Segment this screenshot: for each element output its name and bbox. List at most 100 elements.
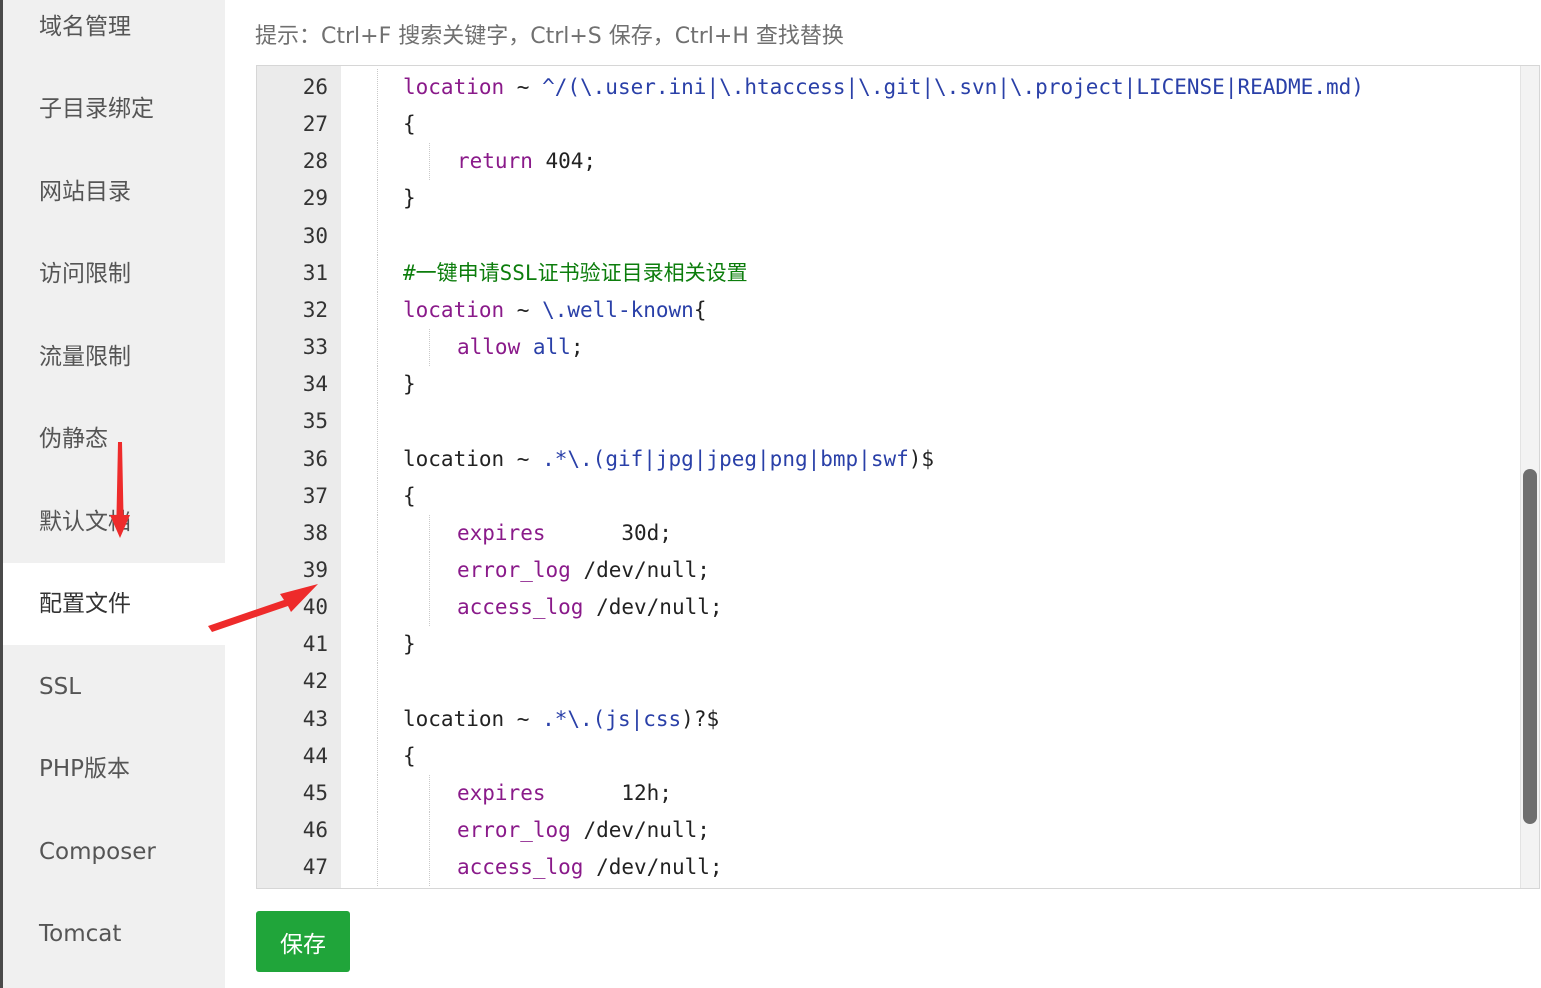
- code-line: 35: [257, 403, 1539, 441]
- code-token: {: [403, 112, 416, 137]
- sidebar-item-access-limit[interactable]: 访问限制: [3, 233, 225, 315]
- code-token: }: [403, 186, 416, 211]
- code-line: 26 location ~ ^/(\.user.ini|\.htaccess|\.…: [257, 69, 1539, 106]
- indent-guide: [377, 106, 378, 144]
- sidebar-item-rewrite[interactable]: 伪静态: [3, 398, 225, 480]
- indent-guide: [429, 812, 430, 849]
- code-line: 45 expires 12h;: [257, 774, 1539, 812]
- line-number: 34: [302, 372, 328, 397]
- indent-guide: [429, 551, 430, 589]
- sidebar-item-php-version[interactable]: PHP版本: [3, 728, 225, 810]
- code-line: 41}: [257, 626, 1539, 664]
- code-line: 36 location ~ .*\.(gif|jpg|jpeg|png|bmp|s…: [257, 440, 1539, 478]
- sidebar-item-traffic-limit[interactable]: 流量限制: [3, 316, 225, 398]
- code-line: 34}: [257, 366, 1539, 404]
- code-line: 38 expires 30d;: [257, 514, 1539, 552]
- code-token: ;: [570, 335, 584, 360]
- code-pattern: \.well-known: [542, 297, 694, 322]
- code-pattern: .*\.(: [542, 706, 606, 731]
- code-keyword: error_log: [457, 557, 571, 582]
- code-token: location: [403, 706, 505, 731]
- code-text: }: [403, 366, 416, 403]
- code-token: /dev/null;: [583, 855, 723, 880]
- code-token: }: [403, 372, 416, 397]
- code-keyword: allow: [457, 335, 521, 360]
- indent-guide: [429, 589, 430, 627]
- sidebar-item-ssl[interactable]: SSL: [3, 646, 225, 728]
- code-token: ~: [504, 75, 543, 99]
- code-text: location ~ \.well-known{: [403, 292, 706, 329]
- vertical-scrollbar[interactable]: [1520, 66, 1539, 888]
- settings-sidebar: 域名管理 子目录绑定 网站目录 访问限制 流量限制 伪静态 默认文档 配置文件 …: [3, 0, 225, 988]
- config-code-editor[interactable]: 26 location ~ ^/(\.user.ini|\.htaccess|\.…: [256, 65, 1540, 889]
- code-text: location ~ .*\.(gif|jpg|jpeg|png|bmp|swf…: [403, 441, 934, 478]
- code-area[interactable]: 26 location ~ ^/(\.user.ini|\.htaccess|\.…: [257, 66, 1539, 888]
- sidebar-item-site-dir[interactable]: 网站目录: [3, 151, 225, 233]
- line-number: 28: [302, 149, 328, 174]
- code-text: allow all;: [457, 329, 583, 366]
- code-token: ~: [504, 297, 543, 322]
- line-number: 40: [302, 595, 328, 620]
- line-number: 37: [302, 483, 328, 508]
- indent-guide: [429, 849, 430, 887]
- indent-guide: [377, 440, 378, 478]
- code-token: {: [693, 297, 707, 322]
- code-pattern: all: [532, 335, 571, 360]
- sidebar-item-subdir-binding[interactable]: 子目录绑定: [3, 68, 225, 150]
- indent-guide: [377, 551, 378, 589]
- code-text: error_log /dev/null;: [457, 552, 710, 589]
- code-token: )?$: [681, 706, 720, 731]
- code-text: access_log /dev/null;: [457, 589, 723, 626]
- indent-guide: [377, 737, 378, 775]
- code-line: 47 access_log /dev/null;: [257, 849, 1539, 887]
- sidebar-item-tomcat[interactable]: Tomcat: [3, 893, 225, 975]
- code-line: 40 access_log /dev/null;: [257, 589, 1539, 627]
- code-line: 42: [257, 663, 1539, 701]
- sidebar-item-composer[interactable]: Composer: [3, 811, 225, 893]
- code-pattern: ^/(\.user.ini|\.htaccess|\.git|\.svn|\.p…: [542, 75, 1364, 99]
- indent-guide: [377, 291, 378, 329]
- shortcut-hint: 提示：Ctrl+F 搜索关键字，Ctrl+S 保存，Ctrl+H 查找替换: [255, 24, 844, 49]
- code-text: }: [403, 626, 416, 663]
- indent-guide: [429, 329, 430, 367]
- code-token: /dev/null;: [570, 818, 710, 842]
- code-token: 30d;: [545, 520, 672, 545]
- code-keyword: return: [457, 149, 533, 174]
- indent-guide: [377, 217, 378, 255]
- line-number: 26: [302, 75, 328, 99]
- code-token: {: [403, 743, 416, 768]
- line-number: 38: [302, 520, 328, 545]
- line-number: 46: [302, 818, 328, 842]
- code-text: access_log /dev/null;: [457, 849, 723, 886]
- sidebar-item-config-file[interactable]: 配置文件: [3, 563, 225, 645]
- sidebar-item-default-doc[interactable]: 默认文档: [3, 481, 225, 563]
- code-keyword: error_log: [457, 818, 571, 842]
- scrollbar-thumb[interactable]: [1523, 469, 1537, 824]
- indent-guide: [377, 700, 378, 738]
- line-number: 41: [302, 632, 328, 657]
- indent-guide: [377, 403, 378, 441]
- code-pattern: gif|jpg|jpeg|png|bmp|swf: [605, 446, 909, 471]
- save-button[interactable]: 保存: [256, 911, 350, 972]
- line-number: 39: [302, 557, 328, 582]
- code-token: /dev/null;: [583, 595, 723, 620]
- indent-guide: [377, 774, 378, 812]
- line-number: 32: [302, 297, 328, 322]
- line-number: 35: [302, 409, 328, 434]
- code-line: 33 allow all;: [257, 329, 1539, 367]
- indent-guide: [377, 143, 378, 181]
- indent-guide: [429, 143, 430, 181]
- code-token: )$: [908, 446, 935, 471]
- code-text: #一键申请SSL证书验证目录相关设置: [403, 255, 748, 292]
- code-text: expires 30d;: [457, 515, 672, 552]
- line-number: 43: [302, 706, 328, 731]
- code-line: 44 {: [257, 737, 1539, 775]
- code-text: error_log /dev/null;: [457, 812, 710, 849]
- code-keyword: access_log: [457, 855, 584, 880]
- code-token: }: [403, 632, 416, 657]
- code-line: 46 error_log /dev/null;: [257, 812, 1539, 849]
- line-number: 33: [302, 335, 328, 360]
- code-pattern: .*\.(: [542, 446, 606, 471]
- sidebar-item-domain[interactable]: 域名管理: [3, 0, 225, 68]
- line-number: 45: [302, 780, 328, 805]
